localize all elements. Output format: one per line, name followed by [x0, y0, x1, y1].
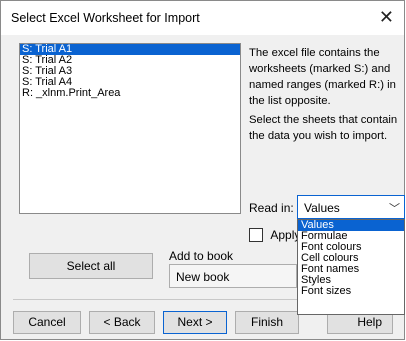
instructions-paragraph-1: The excel file contains the worksheets (…	[249, 47, 396, 107]
dialog-title: Select Excel Worksheet for Import	[11, 11, 200, 25]
finish-button[interactable]: Finish	[235, 311, 299, 334]
add-to-book-value: New book	[176, 270, 230, 284]
back-button[interactable]: < Back	[89, 311, 155, 334]
worksheet-list-item[interactable]: R: _xlnm.Print_Area	[20, 88, 240, 99]
next-button[interactable]: Next >	[163, 311, 227, 334]
worksheet-listbox[interactable]: S: Trial A1 S: Trial A2 S: Trial A3 S: Tria…	[19, 43, 241, 214]
read-in-option[interactable]: Font sizes	[298, 286, 404, 297]
apply-checkbox[interactable]	[249, 227, 263, 242]
read-in-label: Read in:	[249, 201, 294, 215]
add-to-book-label: Add to book	[169, 249, 234, 263]
add-to-book-combo[interactable]: New book	[169, 264, 297, 288]
read-in-value: Values	[304, 201, 340, 215]
import-dialog: Select Excel Worksheet for Import ✕ S: T…	[0, 0, 405, 340]
instructions-paragraph-2: Select the sheets that contain the data …	[249, 114, 398, 142]
select-all-button[interactable]: Select all	[29, 253, 153, 279]
chevron-down-icon[interactable]: ﹀	[389, 200, 400, 216]
read-in-select[interactable]: Values ﹀	[297, 195, 405, 219]
cancel-button[interactable]: Cancel	[13, 311, 81, 334]
close-icon[interactable]: ✕	[379, 7, 394, 28]
title-bar: Select Excel Worksheet for Import ✕	[1, 1, 404, 35]
read-in-dropdown-list[interactable]: Values Formulae Font colours Cell colours Fo…	[297, 219, 405, 315]
instructions-text: The excel file contains the worksheets (…	[249, 45, 406, 147]
